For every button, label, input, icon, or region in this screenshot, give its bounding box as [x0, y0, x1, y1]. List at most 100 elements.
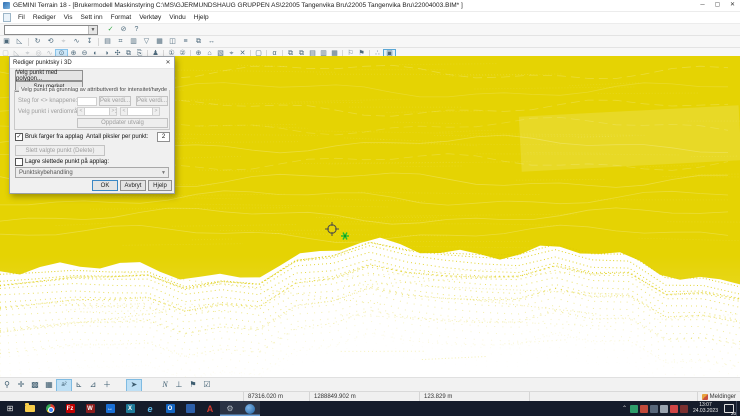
- slope-triangle-icon[interactable]: ⊿: [86, 379, 100, 391]
- pointcloud-layer-dropdown[interactable]: Punktskybehandling ▼: [15, 167, 169, 178]
- refresh-icon[interactable]: ⟲: [44, 37, 57, 47]
- taskbar-clock[interactable]: 13:07 24.03.2023: [693, 402, 718, 414]
- menu-hjelp[interactable]: Hjelp: [190, 12, 213, 23]
- taskbar-outlook[interactable]: O: [160, 401, 180, 416]
- select-cursor-active-icon[interactable]: ➤: [126, 378, 142, 392]
- tray-icon-4[interactable]: [659, 404, 668, 413]
- dialog-close-icon[interactable]: ✕: [162, 59, 174, 66]
- update-selection-button[interactable]: Oppdater utvalg: [77, 118, 168, 128]
- range-max-decrease-button[interactable]: <: [120, 107, 128, 116]
- flag-marker-icon[interactable]: ⚑: [186, 379, 200, 391]
- select-polygon-button[interactable]: Velg punkt med polygon...: [15, 70, 83, 82]
- tray-icon-2[interactable]: [639, 404, 648, 413]
- pixels-per-point-input[interactable]: 2: [157, 132, 170, 142]
- range-min-spinner: < >: [77, 107, 117, 116]
- start-button[interactable]: ⊞: [0, 401, 20, 416]
- grid-cells-icon[interactable]: ▦: [153, 37, 166, 47]
- close-icon[interactable]: ✕: [725, 0, 740, 11]
- tray-icon-5[interactable]: [669, 404, 678, 413]
- chevron-down-icon[interactable]: ▼: [159, 170, 168, 176]
- taskbar-gemini-app[interactable]: [240, 401, 260, 416]
- taskbar-filezilla[interactable]: Fz: [60, 401, 80, 416]
- grid-dark-icon[interactable]: ▩: [28, 379, 42, 391]
- menu-fil[interactable]: Fil: [14, 12, 29, 23]
- layer-rows-icon[interactable]: ▤: [101, 37, 114, 47]
- range-max-increase-button[interactable]: >: [152, 107, 160, 116]
- taskbar-teamviewer[interactable]: ↔: [100, 401, 120, 416]
- tray-expand-icon[interactable]: ⌃: [622, 405, 627, 412]
- maximize-icon[interactable]: ▢: [710, 0, 725, 11]
- list-lines-icon[interactable]: ≡: [179, 37, 192, 47]
- taskbar-autocad[interactable]: A: [200, 401, 220, 416]
- download-point-icon[interactable]: ↧: [83, 37, 96, 47]
- tray-icon-6[interactable]: [679, 404, 688, 413]
- help-question-icon[interactable]: ?: [130, 25, 143, 35]
- tray-icon-3[interactable]: [649, 404, 658, 413]
- zoom-magnifier-icon[interactable]: ⚲: [0, 379, 14, 391]
- taskbar-internet-explorer[interactable]: e: [140, 401, 160, 416]
- taskbar-settings-gear-app[interactable]: ⚙: [220, 401, 240, 416]
- notification-badge: 20: [730, 411, 736, 416]
- pan-cross-icon[interactable]: ✛: [14, 379, 28, 391]
- pick-value-button-2[interactable]: Pek verdi...: [136, 96, 168, 106]
- copy-frames-icon[interactable]: ⧉: [192, 37, 205, 47]
- range-max-input[interactable]: [128, 107, 152, 116]
- checkbox-unchecked-icon[interactable]: [15, 158, 23, 166]
- screen: { "window": { "title": "GEMINI Terrain 1…: [0, 0, 740, 416]
- chevron-down-icon[interactable]: ▼: [88, 25, 97, 34]
- grid-hash-icon[interactable]: ⌗: [114, 37, 127, 47]
- north-arrow-icon[interactable]: N: [158, 379, 172, 391]
- minimize-icon[interactable]: ─: [695, 0, 710, 11]
- cancel-circle-icon[interactable]: ⊘: [117, 25, 130, 35]
- tray-icon-1[interactable]: [629, 404, 638, 413]
- save-deleted-label: Lagre slettede punkt på applag:: [25, 159, 110, 165]
- width-arrows-icon[interactable]: ↔: [205, 37, 218, 47]
- menu-vis[interactable]: Vis: [60, 12, 77, 23]
- taskbar-chrome[interactable]: [40, 401, 60, 416]
- menu-format[interactable]: Format: [107, 12, 136, 23]
- viewport-frame-icon[interactable]: ▣: [0, 37, 13, 47]
- polyline-wave-icon[interactable]: ∿: [70, 37, 83, 47]
- use-layer-colors-checkbox[interactable]: ✓ Bruk farger fra applag: [15, 133, 83, 141]
- dialog-title-bar[interactable]: Rediger punktsky i 3D ✕: [10, 57, 174, 69]
- checkbox-done-icon[interactable]: ☑: [200, 379, 214, 391]
- range-min-decrease-button[interactable]: <: [77, 107, 85, 116]
- document-icon[interactable]: [3, 13, 11, 22]
- action-center-button[interactable]: 20: [722, 401, 736, 416]
- window-title: GEMINI Terrain 18 - [Brukermodell Maskin…: [13, 2, 463, 9]
- range-min-input[interactable]: [85, 107, 109, 116]
- pick-value-button-1[interactable]: Pek verdi...: [99, 96, 131, 106]
- menu-verktoy[interactable]: Verktøy: [135, 12, 165, 23]
- taskbar-word-app[interactable]: W: [80, 401, 100, 416]
- set-square-icon[interactable]: ◺: [13, 37, 26, 47]
- help-button[interactable]: Hjelp: [148, 180, 172, 191]
- hatch-panel-icon[interactable]: ▥: [127, 37, 140, 47]
- step-label: Steg for <> knappene:: [18, 98, 78, 104]
- menu-vindu[interactable]: Vindu: [165, 12, 190, 23]
- taskbar-spreadsheet[interactable]: X: [120, 401, 140, 416]
- taskbar-file-explorer[interactable]: [20, 401, 40, 416]
- snap-target-icon[interactable]: ⌖: [57, 37, 70, 47]
- cancel-button[interactable]: Avbryt: [120, 180, 146, 191]
- measure-plus-icon[interactable]: ＋: [100, 379, 114, 391]
- plumb-line-icon[interactable]: ⊥: [172, 379, 186, 391]
- use-layer-colors-label: Bruk farger fra applag: [25, 134, 84, 140]
- profile-angle-icon[interactable]: ⊾: [72, 379, 86, 391]
- menu-rediger[interactable]: Rediger: [29, 12, 60, 23]
- apply-check-icon[interactable]: ✓: [104, 25, 117, 35]
- filter-triangle-icon[interactable]: ▽: [140, 37, 153, 47]
- taskbar-blue-app[interactable]: [180, 401, 200, 416]
- cloud-fade-overlay: [0, 256, 740, 377]
- delete-selected-button[interactable]: Slett valgte punkt (Delete): [15, 145, 105, 156]
- rotate-icon[interactable]: ↻: [31, 37, 44, 47]
- ok-button[interactable]: OK: [92, 180, 118, 191]
- grid-light-icon[interactable]: ▦: [42, 379, 56, 391]
- point-labels-active-icon[interactable]: a²: [56, 378, 72, 392]
- split-panel-icon[interactable]: ◫: [166, 37, 179, 47]
- save-deleted-checkbox[interactable]: Lagre slettede punkt på applag:: [15, 158, 109, 166]
- show-desktop-button[interactable]: [736, 401, 740, 416]
- checkbox-checked-icon[interactable]: ✓: [15, 133, 23, 141]
- step-input[interactable]: [77, 97, 97, 106]
- layer-combobox[interactable]: ▼: [4, 24, 98, 35]
- menu-sett-inn[interactable]: Sett inn: [77, 12, 107, 23]
